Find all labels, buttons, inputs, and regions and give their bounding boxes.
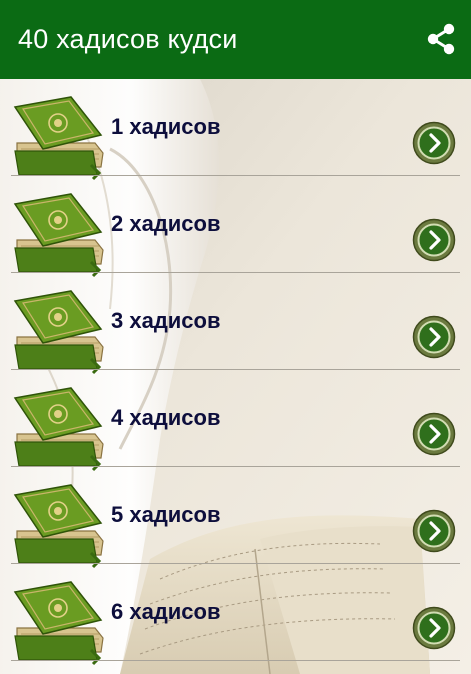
list-item-label: 5 хадисов — [111, 502, 221, 527]
app-screen: 40 хадисов кудси 1 хадисов 2 хадисов 3 х… — [0, 0, 471, 674]
quran-book-icon — [13, 578, 105, 666]
chevron-right-circle-icon[interactable] — [412, 509, 456, 553]
chevron-right-circle-icon[interactable] — [412, 412, 456, 456]
quran-book-icon — [13, 287, 105, 375]
chevron-right-circle-icon[interactable] — [412, 218, 456, 262]
list-item[interactable]: 5 хадисов — [0, 467, 471, 569]
quran-book-icon — [13, 481, 105, 569]
list-item[interactable]: 6 хадисов — [0, 564, 471, 666]
hadith-list: 1 хадисов 2 хадисов 3 хадисов 4 хадисов … — [0, 79, 471, 666]
list-item[interactable]: 2 хадисов — [0, 176, 471, 278]
chevron-right-circle-icon[interactable] — [412, 606, 456, 650]
quran-book-icon — [13, 384, 105, 472]
quran-book-icon — [13, 93, 105, 181]
app-bar: 40 хадисов кудси — [0, 0, 471, 79]
app-title: 40 хадисов кудси — [18, 24, 238, 54]
list-item[interactable]: 1 хадисов — [0, 79, 471, 181]
share-icon[interactable] — [425, 22, 457, 56]
list-item-label: 4 хадисов — [111, 405, 221, 430]
chevron-right-circle-icon[interactable] — [412, 315, 456, 359]
quran-book-icon — [13, 190, 105, 278]
list-item-label: 1 хадисов — [111, 114, 221, 139]
list-item[interactable]: 4 хадисов — [0, 370, 471, 472]
list-item-label: 3 хадисов — [111, 308, 221, 333]
chevron-right-circle-icon[interactable] — [412, 121, 456, 165]
list-item-label: 2 хадисов — [111, 211, 221, 236]
list-item-label: 6 хадисов — [111, 599, 221, 624]
list-item[interactable]: 3 хадисов — [0, 273, 471, 375]
